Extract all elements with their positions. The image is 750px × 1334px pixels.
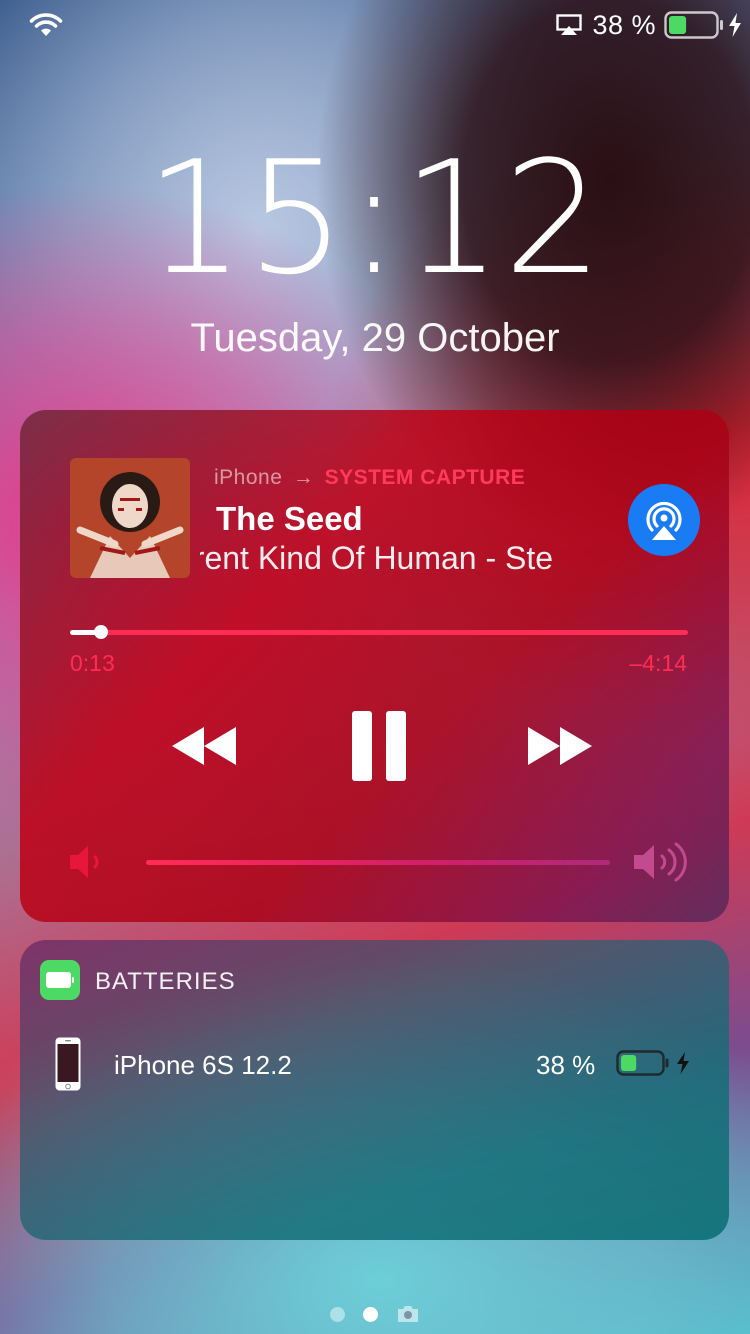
fast-forward-icon [528,727,592,765]
source-device: iPhone [214,466,283,489]
wifi-icon [29,13,63,36]
widget-title: BATTERIES [95,968,236,995]
battery-percent: 38 % [592,9,656,40]
page-dot-active[interactable] [363,1306,378,1322]
route-target: SYSTEM CAPTURE [324,466,526,489]
song-artist-album: erent Kind Of Human - Ste [200,540,554,576]
device-battery-percent: 38 % [536,1050,596,1080]
elapsed-time: 0:13 [70,650,115,676]
lock-screen-date: Tuesday, 29 October [190,316,560,360]
volume-slider[interactable] [146,860,610,865]
song-subtitle-marquee: erent Kind Of Human - Ste [200,540,600,584]
pause-button[interactable] [342,706,416,786]
page-indicator[interactable] [0,1302,750,1326]
playback-scrubber-knob[interactable] [93,625,108,639]
battery-icon [664,11,723,39]
volume-high-icon [634,842,687,882]
rewind-icon [172,727,236,765]
airplay-icon [556,14,583,35]
device-battery-icon [616,1050,669,1076]
airplay-button[interactable] [628,484,700,556]
device-name: iPhone 6S 12.2 [114,1050,292,1080]
album-artwork[interactable] [70,458,190,578]
fast-forward-button[interactable] [520,706,600,786]
song-title: The Seed [216,500,363,537]
pause-icon [352,711,406,781]
volume-low-icon [70,846,99,878]
now-playing-widget: iPhone → SYSTEM CAPTURE The Seed erent K… [20,410,729,922]
remaining-time: –4:14 [629,650,687,676]
batteries-widget-icon [40,960,80,1000]
battery-device-row: iPhone 6S 12.2 38 % [20,1030,729,1100]
camera-icon[interactable] [396,1304,420,1324]
output-route: iPhone → SYSTEM CAPTURE [214,466,525,490]
album-art-image [70,458,190,578]
lock-screen-time: 15:12 [145,127,605,309]
iphone-icon [55,1037,81,1091]
airplay-audio-icon [646,501,682,540]
status-bar: 38 % [0,0,750,48]
playback-scrubber[interactable] [70,625,688,639]
device-charging-bolt-icon [677,1052,689,1074]
page-dot[interactable] [330,1306,345,1322]
charging-bolt-icon [729,13,741,37]
batteries-widget[interactable]: BATTERIES iPhone 6S 12.2 38 % [20,940,729,1240]
rewind-button[interactable] [164,706,244,786]
route-arrow: → [292,466,315,489]
battery-glyph-icon [46,972,74,988]
